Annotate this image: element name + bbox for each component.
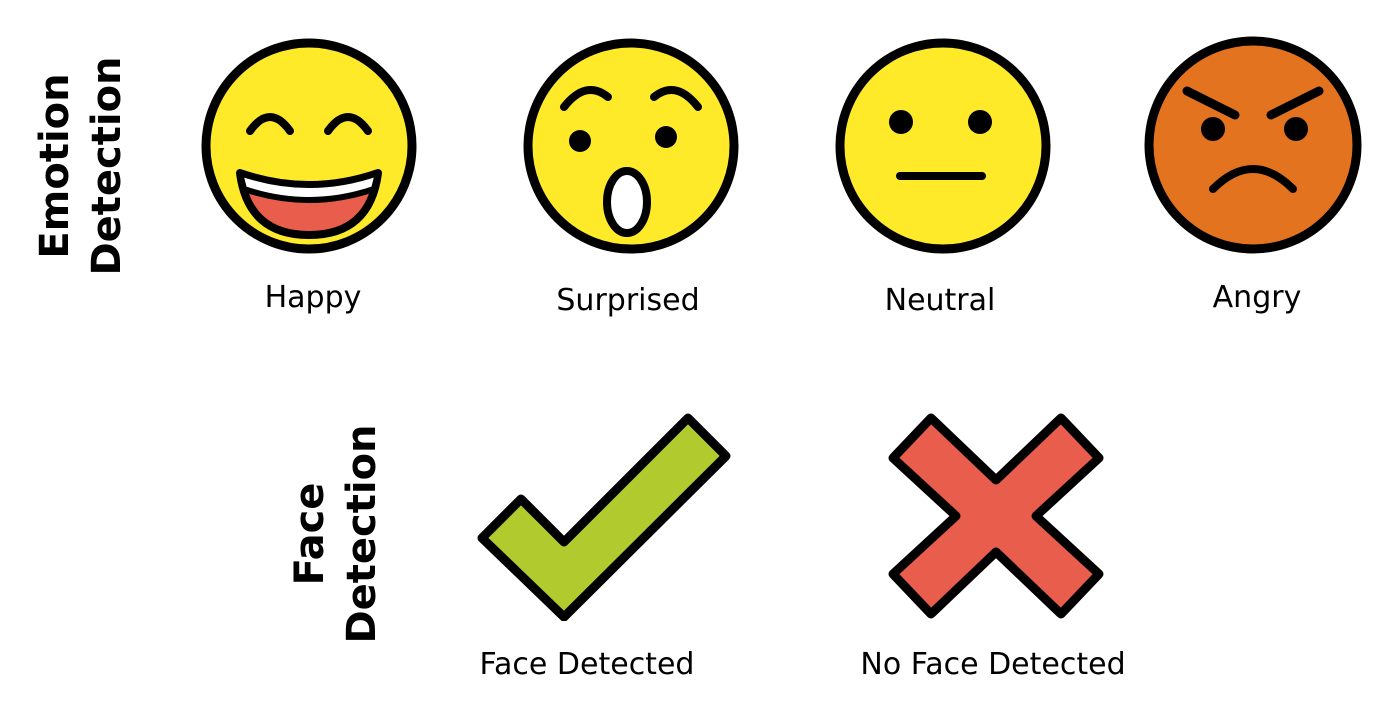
emotion-detection-title: Emotion Detection bbox=[29, 36, 133, 296]
face-label-not-detected: No Face Detected bbox=[860, 647, 1126, 682]
face-detection-title-line2: Detection bbox=[339, 424, 385, 644]
emotion-detection-title-line2: Detection bbox=[84, 56, 130, 276]
neutral-face-icon bbox=[835, 38, 1051, 254]
happy-face-icon bbox=[201, 38, 417, 254]
face-detection-title-line1: Face bbox=[287, 482, 333, 586]
angry-face-icon bbox=[1144, 36, 1362, 254]
checkmark-icon bbox=[477, 413, 731, 621]
face-label-detected: Face Detected bbox=[479, 647, 695, 682]
emotion-detection-title-line1: Emotion bbox=[32, 73, 78, 259]
surprised-face-icon bbox=[523, 38, 739, 254]
cross-icon bbox=[888, 413, 1104, 619]
face-detection-title: Face Detection bbox=[284, 404, 388, 664]
emotion-label-angry: Angry bbox=[1212, 280, 1302, 315]
emotion-label-happy: Happy bbox=[264, 280, 362, 315]
emotion-label-neutral: Neutral bbox=[884, 283, 996, 318]
emotion-label-surprised: Surprised bbox=[556, 283, 700, 318]
